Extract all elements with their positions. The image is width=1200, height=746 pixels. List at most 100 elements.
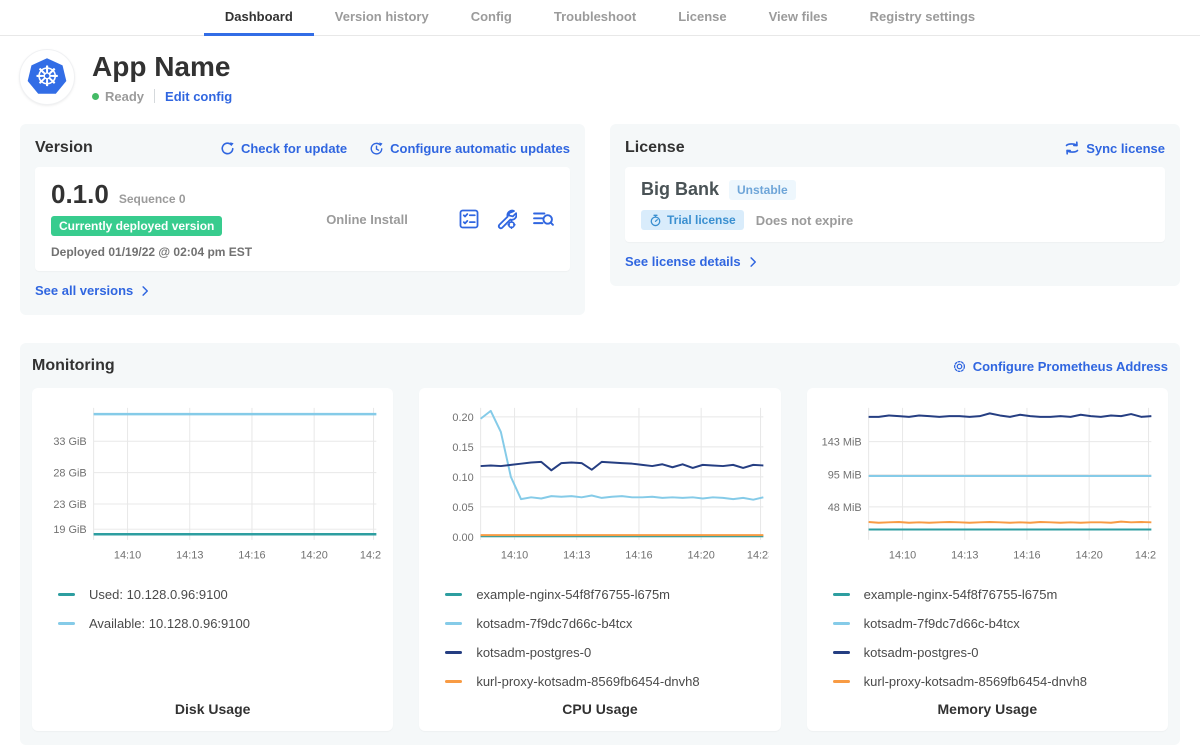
tab-license[interactable]: License: [657, 0, 747, 36]
chart-title: CPU Usage: [431, 701, 768, 723]
legend-label: kotsadm-postgres-0: [476, 645, 591, 660]
svg-text:0.15: 0.15: [453, 442, 474, 454]
svg-text:14:10: 14:10: [114, 550, 141, 562]
page-title: App Name: [92, 51, 232, 83]
svg-text:14:13: 14:13: [951, 550, 978, 562]
svg-text:95 MiB: 95 MiB: [827, 470, 861, 482]
cpu-usage-chart-card: 0.000.050.100.150.2014:1014:1314:1614:20…: [419, 388, 780, 731]
svg-text:0.05: 0.05: [453, 502, 474, 514]
legend-swatch-icon: [445, 651, 462, 654]
license-card: License Sync license Big Bank Unstable: [610, 124, 1180, 286]
legend-label: kurl-proxy-kotsadm-8569fb6454-dnvh8: [864, 674, 1087, 689]
edit-config-link[interactable]: Edit config: [165, 89, 232, 104]
svg-text:0.20: 0.20: [453, 412, 474, 424]
legend-item: kotsadm-7f9dc7d66c-b4tcx: [819, 609, 1156, 638]
memory-usage-chart-card: 48 MiB 95 MiB 143 MiB 14:10 14:13 14:16 14:20 1…: [807, 388, 1168, 731]
svg-text:28 GiB: 28 GiB: [53, 468, 86, 480]
sync-license-link[interactable]: Sync license: [1064, 141, 1165, 156]
svg-text:14:10: 14:10: [889, 550, 916, 562]
cpu-usage-plot[interactable]: 0.000.050.100.150.2014:1014:1314:1614:20…: [431, 398, 768, 572]
see-license-details-link[interactable]: See license details: [625, 254, 759, 269]
memory-usage-legend: example-nginx-54f8f76755-l675m kotsadm-7f…: [819, 580, 1156, 696]
memory-usage-plot[interactable]: 48 MiB 95 MiB 143 MiB 14:10 14:13 14:16 14:20 1…: [819, 398, 1156, 572]
configure-prometheus-link[interactable]: Configure Prometheus Address: [952, 359, 1168, 374]
legend-label: kotsadm-7f9dc7d66c-b4tcx: [864, 616, 1020, 631]
svg-text:14:23: 14:23: [360, 550, 381, 562]
check-for-update-link[interactable]: Check for update: [220, 141, 347, 156]
see-all-versions-link[interactable]: See all versions: [35, 283, 151, 298]
svg-text:14:10: 14:10: [501, 550, 528, 562]
svg-text:14:23: 14:23: [1135, 550, 1156, 562]
legend-item: kurl-proxy-kotsadm-8569fb6454-dnvh8: [431, 667, 768, 696]
app-header: ☸ App Name Ready Edit config: [0, 36, 1200, 110]
legend-swatch-icon: [833, 622, 850, 625]
version-number: 0.1.0: [51, 179, 109, 210]
chart-title: Disk Usage: [44, 701, 381, 723]
legend-label: kotsadm-postgres-0: [864, 645, 979, 660]
legend-item: kotsadm-7f9dc7d66c-b4tcx: [431, 609, 768, 638]
deployed-timestamp: Deployed 01/19/22 @ 02:04 pm EST: [51, 245, 276, 259]
legend-label: Used: 10.128.0.96:9100: [89, 587, 228, 602]
svg-text:14:13: 14:13: [176, 550, 203, 562]
svg-text:0.10: 0.10: [453, 472, 474, 484]
legend-label: kotsadm-7f9dc7d66c-b4tcx: [476, 616, 632, 631]
svg-text:143 MiB: 143 MiB: [821, 437, 861, 449]
legend-swatch-icon: [445, 622, 462, 625]
legend-item: Used: 10.128.0.96:9100: [44, 580, 381, 609]
legend-swatch-icon: [58, 593, 75, 596]
license-detail-row: Big Bank Unstable Trial license Does not…: [625, 167, 1165, 242]
chart-title: Memory Usage: [819, 701, 1156, 723]
disk-usage-chart-card: 19 GiB23 GiB28 GiB33 GiB14:1014:1314:161…: [32, 388, 393, 731]
tab-version-history[interactable]: Version history: [314, 0, 450, 36]
tab-config[interactable]: Config: [450, 0, 533, 36]
legend-item: kotsadm-postgres-0: [431, 638, 768, 667]
gear-icon: [952, 359, 967, 374]
disk-usage-plot[interactable]: 19 GiB23 GiB28 GiB33 GiB14:1014:1314:161…: [44, 398, 381, 572]
cpu-usage-legend: example-nginx-54f8f76755-l675m kotsadm-7f…: [431, 580, 768, 696]
svg-text:14:16: 14:16: [626, 550, 653, 562]
tab-view-files[interactable]: View files: [748, 0, 849, 36]
legend-swatch-icon: [445, 593, 462, 596]
legend-label: Available: 10.128.0.96:9100: [89, 616, 250, 631]
svg-text:33 GiB: 33 GiB: [53, 436, 86, 448]
svg-text:14:23: 14:23: [747, 550, 768, 562]
config-wrench-icon[interactable]: [495, 208, 517, 230]
status-dot-icon: [92, 93, 99, 100]
license-card-title: License: [625, 139, 685, 157]
status-badge: Ready: [105, 89, 144, 104]
top-nav: Dashboard Version history Config Trouble…: [0, 0, 1200, 36]
legend-item: example-nginx-54f8f76755-l675m: [431, 580, 768, 609]
legend-item: kotsadm-postgres-0: [819, 638, 1156, 667]
monitoring-title: Monitoring: [32, 357, 115, 375]
legend-label: example-nginx-54f8f76755-l675m: [864, 587, 1058, 602]
kubernetes-logo-icon: ☸: [20, 50, 74, 104]
legend-swatch-icon: [833, 593, 850, 596]
legend-label: kurl-proxy-kotsadm-8569fb6454-dnvh8: [476, 674, 699, 689]
svg-text:14:16: 14:16: [1013, 550, 1040, 562]
version-card-title: Version: [35, 139, 93, 157]
monitoring-card: Monitoring Configure Prometheus Address …: [20, 343, 1180, 745]
svg-text:48 MiB: 48 MiB: [827, 502, 861, 514]
svg-text:23 GiB: 23 GiB: [53, 499, 86, 511]
configure-automatic-updates-link[interactable]: Configure automatic updates: [369, 141, 570, 156]
stopwatch-icon: [649, 214, 662, 227]
channel-badge: Unstable: [729, 180, 796, 200]
chevron-right-icon: [139, 285, 151, 297]
preflight-checklist-icon[interactable]: [458, 208, 480, 230]
tab-troubleshoot[interactable]: Troubleshoot: [533, 0, 657, 36]
refresh-icon: [220, 141, 235, 156]
tab-registry-settings[interactable]: Registry settings: [849, 0, 996, 36]
deploy-logs-icon[interactable]: [532, 208, 554, 230]
license-type-badge: Trial license: [641, 210, 744, 230]
currently-deployed-badge: Currently deployed version: [51, 216, 222, 236]
version-card: Version Check for update: [20, 124, 585, 315]
tab-dashboard[interactable]: Dashboard: [204, 0, 314, 36]
chevron-right-icon: [747, 256, 759, 268]
install-type-label: Online Install: [276, 179, 458, 259]
svg-text:19 GiB: 19 GiB: [53, 524, 86, 536]
current-version-row: 0.1.0 Sequence 0 Currently deployed vers…: [35, 167, 570, 271]
svg-text:14:20: 14:20: [1075, 550, 1102, 562]
sequence-label: Sequence 0: [119, 192, 186, 206]
clock-refresh-icon: [369, 141, 384, 156]
disk-usage-legend: Used: 10.128.0.96:9100 Available: 10.128.…: [44, 580, 381, 638]
